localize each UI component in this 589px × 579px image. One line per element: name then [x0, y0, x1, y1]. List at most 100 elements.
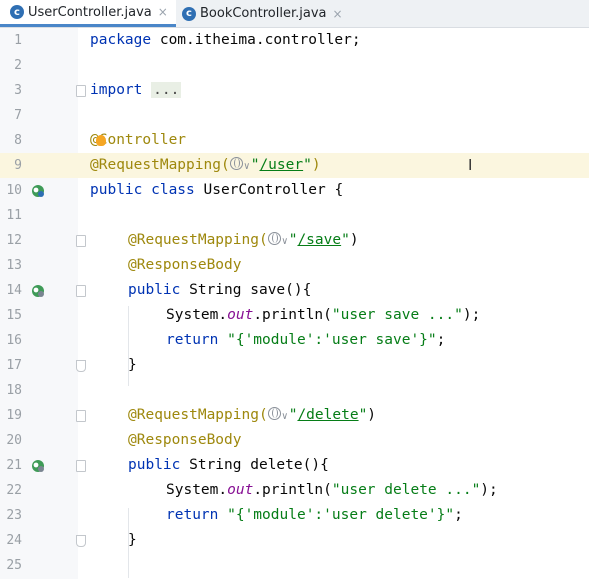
line-number: 15 [6, 308, 22, 323]
request-mapping-icon[interactable] [30, 283, 46, 299]
annotation: @ResponseBody [128, 257, 242, 273]
tab-user-controller[interactable]: c UserController.java × [0, 0, 176, 27]
fold-icon[interactable] [76, 410, 86, 422]
fold-icon[interactable] [76, 285, 86, 297]
code-line[interactable]: 14 public String save(){ [0, 278, 589, 303]
keyword: import [90, 82, 143, 98]
code-text: String delete(){ [180, 457, 329, 473]
code-line[interactable]: 20 @ResponseBody [0, 428, 589, 453]
line-number: 11 [6, 208, 22, 223]
line-number: 17 [6, 358, 22, 373]
code-editor[interactable]: 1 package com.itheima.controller; 2 3 im… [0, 28, 589, 579]
code-line[interactable]: 24 } [0, 528, 589, 553]
globe-icon[interactable] [229, 157, 243, 170]
url-path[interactable]: /save [297, 232, 341, 248]
line-number: 8 [14, 133, 22, 148]
annotation: @RequestMapping( [128, 407, 268, 423]
code-line[interactable]: 1 package com.itheima.controller; [0, 28, 589, 53]
line-number: 9 [14, 158, 22, 173]
code-line[interactable]: 22 System.out.println("user delete ...")… [0, 478, 589, 503]
globe-icon[interactable] [267, 407, 281, 420]
line-number: 14 [6, 283, 22, 298]
static-field: out [227, 482, 254, 498]
annotation: @RequestMapping( [128, 232, 268, 248]
globe-icon[interactable] [267, 232, 281, 245]
code-text: ); [462, 307, 481, 323]
code-text: .println( [253, 482, 332, 498]
annotation: @RequestMapping( [90, 157, 230, 173]
line-number: 18 [6, 383, 22, 398]
code-line[interactable]: 21 public String delete(){ [0, 453, 589, 478]
keyword: public [128, 457, 181, 473]
line-number: 7 [14, 108, 22, 123]
line-number: 3 [14, 83, 22, 98]
folded-imports[interactable]: ... [151, 82, 182, 98]
tab-label: UserController.java [28, 4, 152, 20]
string-literal: "{'module':'user delete'}" [218, 507, 455, 523]
line-number: 25 [6, 558, 22, 573]
fold-icon[interactable] [76, 235, 86, 247]
keyword: package [90, 32, 152, 48]
string-literal: "user delete ..." [331, 482, 481, 498]
fold-icon[interactable] [76, 460, 86, 472]
close-icon[interactable]: × [332, 7, 342, 21]
line-number: 2 [14, 58, 22, 73]
code-line[interactable]: 3 import ... [0, 78, 589, 103]
annotation-paren: ) [349, 232, 359, 248]
code-line[interactable]: 15 System.out.println("user save ..."); [0, 303, 589, 328]
line-number: 13 [6, 258, 22, 273]
request-mapping-icon[interactable] [30, 458, 46, 474]
lightbulb-icon[interactable] [96, 135, 106, 146]
code-line[interactable]: 8 @Controller [0, 128, 589, 153]
annotation-paren: ) [367, 407, 377, 423]
bean-run-icon[interactable] [30, 183, 46, 199]
editor-tab-bar: c UserController.java × c BookController… [0, 0, 589, 28]
code-text: .println( [253, 307, 332, 323]
code-text: ); [480, 482, 498, 498]
code-text: ; [436, 332, 446, 348]
url-path[interactable]: /delete [297, 407, 358, 423]
annotation: Controller [98, 132, 187, 148]
close-icon[interactable]: × [158, 5, 168, 19]
string-quote: " [358, 407, 368, 423]
line-number: 16 [6, 333, 22, 348]
code-line[interactable]: 16 return "{'module':'user save'}"; [0, 328, 589, 353]
code-line[interactable]: 10 public class UserController { [0, 178, 589, 203]
keyword: return [166, 332, 219, 348]
chevron-down-icon[interactable]: ∨ [282, 411, 288, 422]
string-literal: "{'module':'user save'}" [218, 332, 437, 348]
code-line[interactable]: 7 [0, 103, 589, 128]
chevron-down-icon[interactable]: ∨ [282, 236, 288, 247]
fold-icon[interactable] [76, 85, 86, 97]
code-line[interactable]: 2 [0, 53, 589, 78]
url-path[interactable]: /user [259, 157, 303, 173]
keyword: public [128, 282, 181, 298]
code-text: String save(){ [180, 282, 312, 298]
code-text: com.itheima.controller; [151, 32, 361, 48]
code-line[interactable]: 18 [0, 378, 589, 403]
tab-book-controller[interactable]: c BookController.java × [182, 0, 362, 27]
keyword: public class [90, 182, 195, 198]
tab-label: BookController.java [200, 6, 327, 21]
fold-end-icon[interactable] [76, 535, 86, 547]
line-number: 24 [6, 533, 22, 548]
code-line[interactable]: 11 [0, 203, 589, 228]
code-line[interactable]: 23 return "{'module':'user delete'}"; [0, 503, 589, 528]
fold-end-icon[interactable] [76, 360, 86, 372]
code-text: ; [454, 507, 463, 523]
code-line[interactable]: 13 @ResponseBody [0, 253, 589, 278]
class-c-icon: c [182, 6, 196, 21]
code-line[interactable]: 12 @RequestMapping(∨"/save") [0, 228, 589, 253]
code-text: System. [166, 307, 228, 323]
line-number: 19 [6, 408, 22, 423]
line-number: 1 [14, 33, 22, 48]
code-text: System. [166, 482, 228, 498]
code-line[interactable]: 25 [0, 553, 589, 578]
line-number: 23 [6, 508, 22, 523]
string-quote: " [303, 157, 312, 173]
chevron-down-icon[interactable]: ∨ [244, 161, 250, 172]
code-line-current[interactable]: 9 @RequestMapping(∨"/user") I [0, 153, 589, 178]
code-text: UserController { [194, 182, 344, 198]
code-line[interactable]: 17 } [0, 353, 589, 378]
code-line[interactable]: 19 @RequestMapping(∨"/delete") [0, 403, 589, 428]
